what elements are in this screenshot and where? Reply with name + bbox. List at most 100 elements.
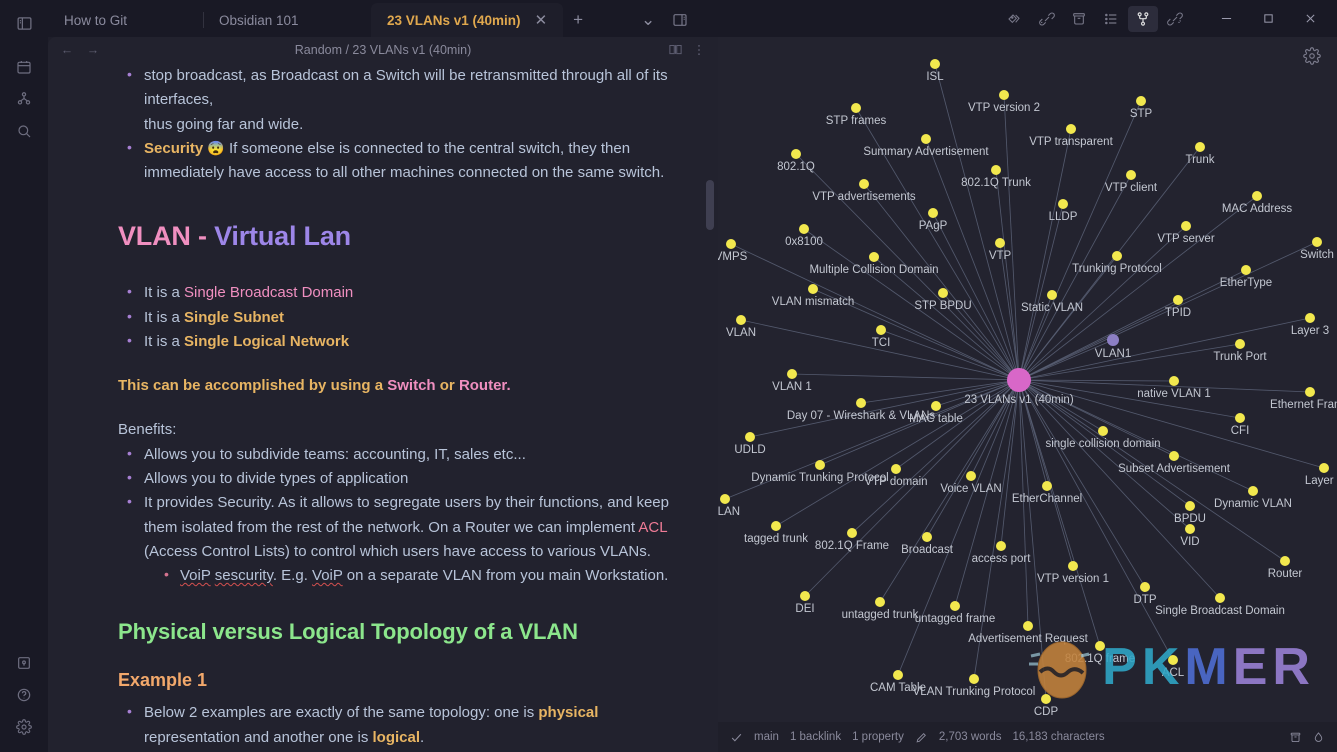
character-count[interactable]: 16,183 characters — [1013, 731, 1105, 743]
graph-node[interactable] — [1136, 96, 1146, 106]
tab-23-vlans[interactable]: 23 VLANs v1 (40min) ✕ — [371, 3, 564, 37]
graph-node[interactable] — [726, 239, 736, 249]
git-branch-status[interactable]: main — [754, 731, 779, 743]
graph-node[interactable] — [771, 521, 781, 531]
new-tab-button[interactable]: + — [563, 3, 593, 37]
graph-node[interactable] — [1041, 694, 1051, 704]
graph-node[interactable] — [1140, 582, 1150, 592]
maximize-button[interactable] — [1247, 3, 1289, 35]
graph-node[interactable] — [1126, 170, 1136, 180]
tab-how-to-git[interactable]: How to Git — [48, 3, 203, 37]
calendar-icon[interactable] — [9, 52, 39, 82]
close-button[interactable] — [1289, 3, 1331, 35]
graph-node[interactable] — [1042, 481, 1052, 491]
graph-node[interactable] — [1185, 501, 1195, 511]
graph-node[interactable] — [928, 208, 938, 218]
sidebar-toggle-icon[interactable] — [9, 8, 39, 38]
archive-icon[interactable] — [1289, 731, 1302, 744]
graph-icon[interactable] — [9, 84, 39, 114]
graph-node[interactable] — [1248, 486, 1258, 496]
gear-icon[interactable] — [1303, 47, 1325, 69]
graph-node[interactable] — [1195, 142, 1205, 152]
graph-node[interactable] — [876, 325, 886, 335]
tab-obsidian-101[interactable]: Obsidian 101 — [203, 3, 371, 37]
graph-node[interactable] — [1173, 295, 1183, 305]
graph-node[interactable] — [1305, 313, 1315, 323]
graph-node[interactable] — [1181, 221, 1191, 231]
droplet-icon[interactable] — [1312, 731, 1325, 744]
graph-node[interactable] — [931, 401, 941, 411]
graph-node[interactable] — [1047, 290, 1057, 300]
graph-node[interactable] — [851, 103, 861, 113]
graph-node[interactable] — [1319, 463, 1329, 473]
graph-node[interactable] — [1068, 561, 1078, 571]
graph-node[interactable] — [966, 471, 976, 481]
right-sidebar-toggle-icon[interactable] — [663, 3, 697, 37]
graph-node[interactable] — [1235, 413, 1245, 423]
settings-icon[interactable] — [9, 712, 39, 742]
graph-node[interactable] — [891, 464, 901, 474]
graph-node[interactable] — [1169, 451, 1179, 461]
more-vertical-icon[interactable] — [688, 39, 710, 61]
graph-node[interactable] — [847, 528, 857, 538]
graph-node[interactable] — [969, 674, 979, 684]
graph-view-icon[interactable] — [1128, 5, 1158, 32]
graph-node[interactable] — [1241, 265, 1251, 275]
forward-button[interactable]: → — [82, 39, 104, 61]
pencil-icon[interactable] — [915, 731, 928, 744]
graph-node[interactable] — [808, 284, 818, 294]
graph-node[interactable] — [996, 541, 1006, 551]
graph-node[interactable] — [938, 288, 948, 298]
graph-node[interactable] — [720, 494, 730, 504]
close-icon[interactable]: ✕ — [529, 13, 548, 28]
graph-node[interactable] — [922, 532, 932, 542]
graph-node[interactable] — [1252, 191, 1262, 201]
graph-node[interactable] — [1058, 199, 1068, 209]
graph-node[interactable] — [1023, 621, 1033, 631]
property-count[interactable]: 1 property — [852, 731, 904, 743]
graph-node[interactable] — [991, 165, 1001, 175]
outgoing-links-icon[interactable] — [1160, 6, 1190, 32]
outline-icon[interactable] — [1096, 6, 1126, 32]
graph-node[interactable] — [1185, 524, 1195, 534]
graph-node[interactable] — [893, 670, 903, 680]
graph-node[interactable] — [999, 90, 1009, 100]
graph-node[interactable] — [1312, 237, 1322, 247]
graph-node[interactable] — [921, 134, 931, 144]
graph-node[interactable] — [856, 398, 866, 408]
backlinks-icon[interactable] — [1032, 6, 1062, 32]
graph-node[interactable] — [791, 149, 801, 159]
backlink-count[interactable]: 1 backlink — [790, 731, 841, 743]
back-button[interactable]: ← — [56, 39, 78, 61]
help-icon[interactable] — [9, 680, 39, 710]
graph-node[interactable] — [1215, 593, 1225, 603]
graph-node[interactable] — [815, 460, 825, 470]
graph-node[interactable] — [1066, 124, 1076, 134]
vault-switcher-icon[interactable] — [9, 648, 39, 678]
minimize-button[interactable] — [1205, 3, 1247, 35]
graph-node[interactable] — [1235, 339, 1245, 349]
graph-node[interactable] — [1095, 641, 1105, 651]
graph-node[interactable] — [800, 591, 810, 601]
graph-node[interactable] — [787, 369, 797, 379]
graph-node[interactable] — [875, 597, 885, 607]
word-count[interactable]: 2,703 words — [939, 731, 1002, 743]
graph-node[interactable] — [1168, 655, 1178, 665]
graph-node-vlan1[interactable] — [1107, 334, 1119, 346]
chevron-down-icon[interactable]: ⌄ — [633, 3, 663, 37]
archive-icon[interactable] — [1064, 6, 1094, 32]
note-content[interactable]: stop broadcast, as Broadcast on a Switch… — [48, 62, 718, 752]
tags-icon[interactable] — [1000, 6, 1030, 32]
graph-node[interactable] — [869, 252, 879, 262]
book-icon[interactable] — [664, 39, 686, 61]
graph-node[interactable] — [1112, 251, 1122, 261]
graph-node[interactable] — [859, 179, 869, 189]
graph-view-pane[interactable]: ISL VTP version 2 STP STP frames Summary Adv… — [718, 37, 1337, 752]
graph-node[interactable] — [995, 238, 1005, 248]
graph-node[interactable] — [1280, 556, 1290, 566]
note-scrollbar[interactable] — [706, 180, 714, 230]
graph-node[interactable] — [1169, 376, 1179, 386]
graph-node[interactable] — [930, 59, 940, 69]
graph-node[interactable] — [736, 315, 746, 325]
search-icon[interactable] — [9, 116, 39, 146]
